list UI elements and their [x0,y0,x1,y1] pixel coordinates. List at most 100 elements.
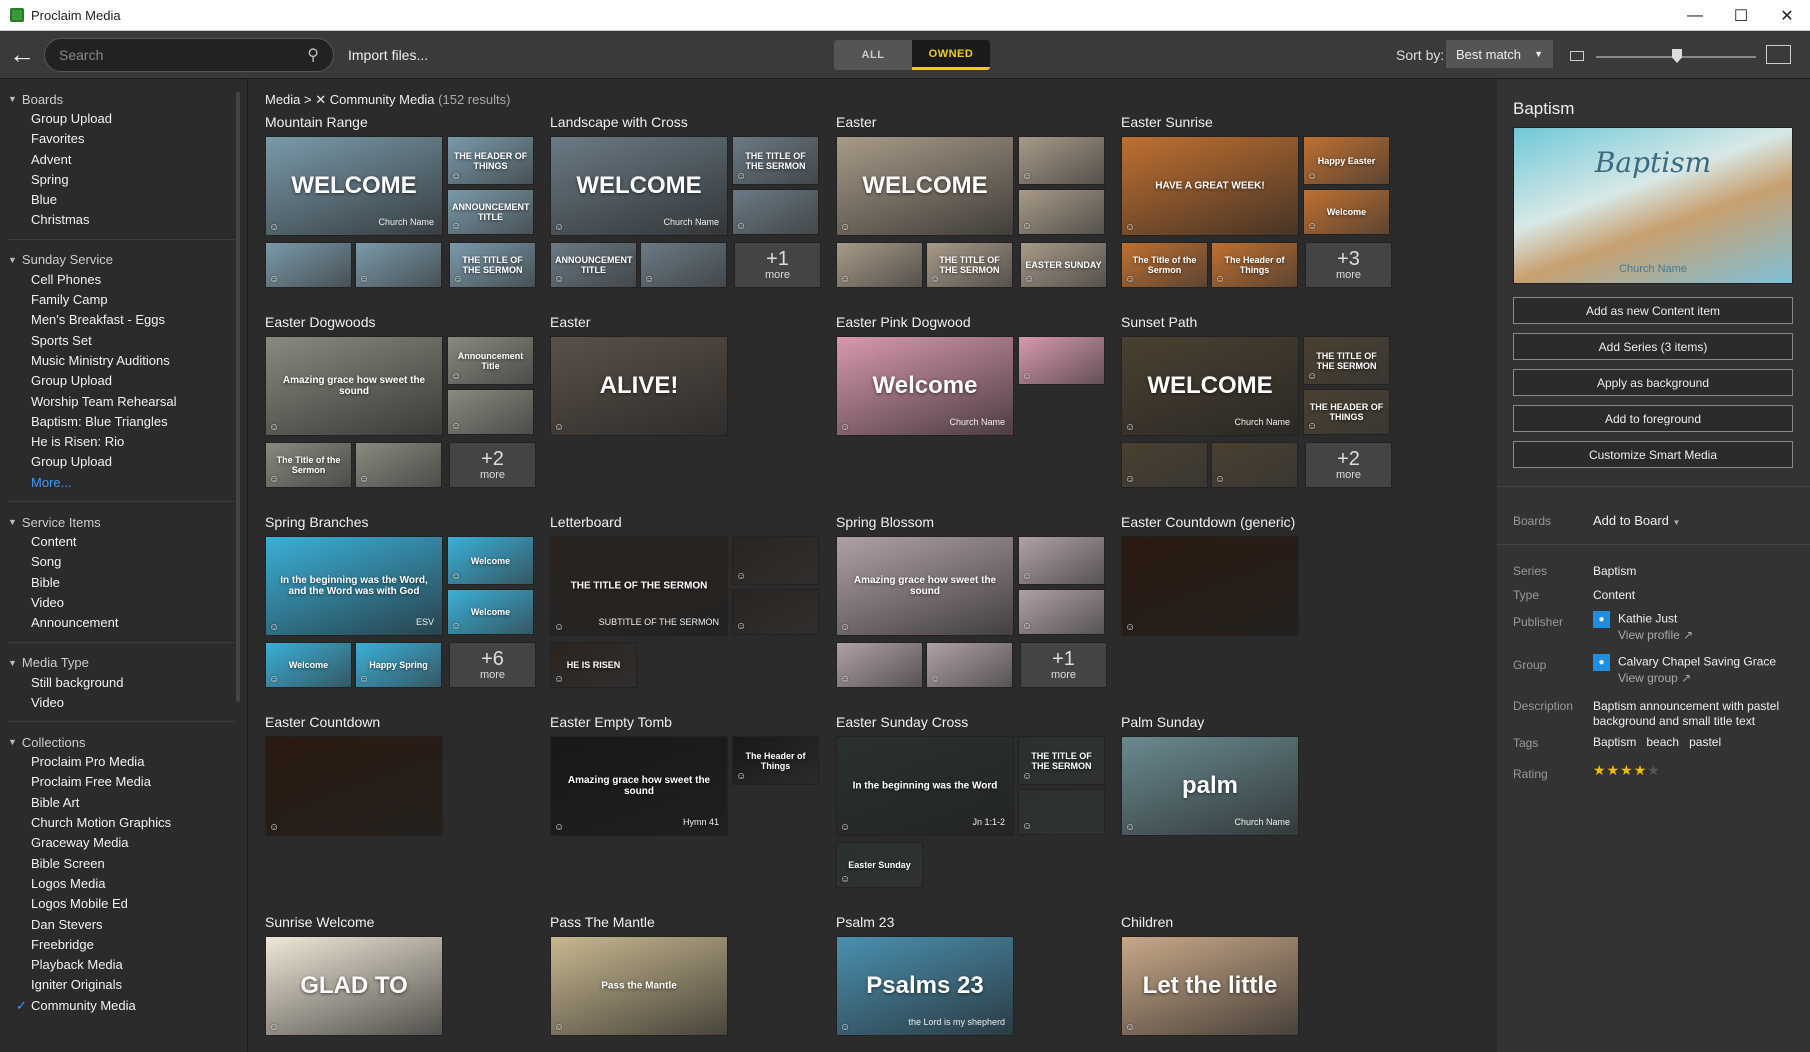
media-thumbnail[interactable]: THE HEADER OF THINGS ☺ [447,136,534,185]
search-icon[interactable]: ⚲ [307,45,319,65]
media-thumbnail[interactable]: ☺ [1018,189,1105,235]
sidebar-section-header[interactable]: ▼ Boards [0,89,247,109]
star-icon[interactable]: ★ [1647,762,1661,778]
media-thumbnail[interactable]: ☺ [1018,136,1105,185]
sidebar-item[interactable]: Family Camp [0,290,247,310]
star-icon[interactable]: ★ [1634,762,1648,778]
media-thumbnail[interactable]: Amazing grace how sweet the sound ☺ [836,536,1014,636]
media-thumbnail[interactable]: The Header of Things ☺ [1211,242,1298,288]
more-items-button[interactable]: +3 more [1305,242,1392,288]
media-thumbnail[interactable]: THE TITLE OF THE SERMON ☺ [1303,336,1390,385]
star-icon[interactable]: ★ [1607,762,1621,778]
media-thumbnail[interactable]: Welcome ☺ [1303,189,1390,235]
media-thumbnail[interactable]: ☺ [1018,336,1105,385]
media-thumbnail[interactable]: The Title of the Sermon ☺ [265,442,352,488]
media-thumbnail[interactable]: Happy Easter ☺ [1303,136,1390,185]
add-series-button[interactable]: Add Series (3 items) [1513,333,1793,360]
media-tile[interactable]: Easter Dogwoods Amazing grace how sweet t… [265,314,550,504]
add-foreground-button[interactable]: Add to foreground [1513,405,1793,432]
sidebar-item[interactable]: Baptism: Blue Triangles [0,412,247,432]
star-icon[interactable]: ★ [1620,762,1634,778]
sidebar-item[interactable]: Spring [0,170,247,190]
media-thumbnail[interactable]: Amazing grace how sweet the sound ☺ [265,336,443,436]
star-icon[interactable]: ★ [1593,762,1607,778]
media-thumbnail[interactable]: ☺ [640,242,727,288]
sidebar-item[interactable]: Group Upload [0,109,247,129]
media-thumbnail[interactable]: GLAD TO ☺ [265,936,443,1036]
add-content-item-button[interactable]: Add as new Content item [1513,297,1793,324]
media-thumbnail[interactable]: ☺ [926,642,1013,688]
media-thumbnail[interactable]: ☺ [732,189,819,235]
sidebar-item[interactable]: Blue [0,190,247,210]
sidebar-item[interactable]: Advent [0,150,247,170]
media-thumbnail[interactable]: ☺ [265,242,352,288]
more-items-button[interactable]: +6 more [449,642,536,688]
sidebar-item[interactable]: Bible [0,573,247,593]
media-thumbnail[interactable]: ☺ [1211,442,1298,488]
media-thumbnail[interactable]: ANNOUNCEMENT TITLE ☺ [447,189,534,235]
media-thumbnail[interactable]: Announcement Title ☺ [447,336,534,385]
media-thumbnail[interactable]: ☺ [1018,789,1105,835]
media-thumbnail[interactable]: HAVE A GREAT WEEK! ☺ [1121,136,1299,236]
media-thumbnail[interactable]: ALIVE! ☺ [550,336,728,436]
media-thumbnail[interactable]: THE TITLE OF THE SERMON ☺ [449,242,536,288]
tag[interactable]: pastel [1689,735,1721,749]
media-thumbnail[interactable]: THE TITLE OF THE SERMON ☺ [926,242,1013,288]
media-thumbnail[interactable]: Psalms 23 the Lord is my shepherd ☺ [836,936,1014,1036]
more-items-button[interactable]: +1 more [1020,642,1107,688]
maximize-button[interactable]: ☐ [1718,0,1764,31]
media-thumbnail[interactable]: ☺ [265,736,443,836]
sidebar-item[interactable]: Announcement [0,613,247,633]
media-tile[interactable]: Landscape with Cross WELCOME Church Name ☺ T… [550,114,835,304]
apply-background-button[interactable]: Apply as background [1513,369,1793,396]
more-items-button[interactable]: +2 more [449,442,536,488]
media-thumbnail[interactable]: THE TITLE OF THE SERMON SUBTITLE OF THE S… [550,536,728,636]
sidebar-item[interactable]: Dan Stevers [0,915,247,935]
sidebar-item[interactable]: Cell Phones [0,270,247,290]
media-thumbnail[interactable]: WELCOME Church Name ☺ [265,136,443,236]
media-thumbnail[interactable]: ☺ [836,642,923,688]
sidebar-item[interactable]: Logos Mobile Ed [0,894,247,914]
media-thumbnail[interactable]: palm Church Name ☺ [1121,736,1299,836]
media-tile[interactable]: Easter Empty Tomb Amazing grace how sweet… [550,714,835,904]
sidebar-item[interactable]: Worship Team Rehearsal [0,392,247,412]
sidebar-item[interactable]: Bible Art [0,793,247,813]
sidebar-item[interactable]: Video [0,693,247,713]
minimize-button[interactable]: — [1672,0,1718,31]
media-thumbnail[interactable]: THE TITLE OF THE SERMON ☺ [1018,736,1105,785]
sidebar-item[interactable]: Music Ministry Auditions [0,351,247,371]
media-tile[interactable]: Sunrise Welcome GLAD TO ☺ [265,914,550,1052]
media-tile[interactable]: Spring Blossom Amazing grace how sweet th… [836,514,1121,704]
media-thumbnail[interactable]: ☺ [732,536,819,585]
sidebar-item[interactable]: He is Risen: Rio [0,432,247,452]
collapse-triangle-icon[interactable]: ▼ [8,737,17,747]
media-tile[interactable]: Easter WELCOME ☺ ☺ ☺ ☺ THE TITLE OF THE SERMON… [836,114,1121,304]
sidebar-item[interactable]: Group Upload [0,371,247,391]
media-thumbnail[interactable]: Easter Sunday ☺ [836,842,923,888]
media-tile[interactable]: Letterboard THE TITLE OF THE SERMON SUBTIT… [550,514,835,704]
import-files-button[interactable]: Import files... [348,47,428,63]
media-thumbnail[interactable]: Welcome ☺ [447,589,534,635]
media-thumbnail[interactable]: ☺ [447,389,534,435]
sidebar-item[interactable]: Favorites [0,129,247,149]
sidebar-item[interactable]: Logos Media [0,874,247,894]
sidebar-item[interactable]: Men's Breakfast - Eggs [0,310,247,330]
sidebar-section-header[interactable]: ▼ Sunday Service [0,250,247,270]
media-thumbnail[interactable]: Pass the Mantle ☺ [550,936,728,1036]
sidebar-item[interactable]: Bible Screen [0,854,247,874]
zoom-slider-knob[interactable] [1672,49,1682,63]
media-tile[interactable]: Easter ALIVE! ☺ [550,314,835,504]
media-thumbnail[interactable]: The Title of the Sermon ☺ [1121,242,1208,288]
media-thumbnail[interactable]: In the beginning was the Word Jn 1:1-2 ☺ [836,736,1014,836]
sidebar-item[interactable]: Song [0,552,247,572]
media-thumbnail[interactable]: ☺ [1121,442,1208,488]
sidebar-item[interactable]: Igniter Originals [0,975,247,995]
sidebar-item[interactable]: Video [0,593,247,613]
collapse-triangle-icon[interactable]: ▼ [8,658,17,668]
breadcrumb-root[interactable]: Media [265,92,300,107]
media-tile[interactable]: Pass The Mantle Pass the Mantle ☺ [550,914,835,1052]
sidebar-item[interactable]: Church Motion Graphics [0,813,247,833]
more-items-button[interactable]: +2 more [1305,442,1392,488]
media-thumbnail[interactable]: WELCOME Church Name ☺ [1121,336,1299,436]
media-thumbnail[interactable]: THE HEADER OF THINGS ☺ [1303,389,1390,435]
